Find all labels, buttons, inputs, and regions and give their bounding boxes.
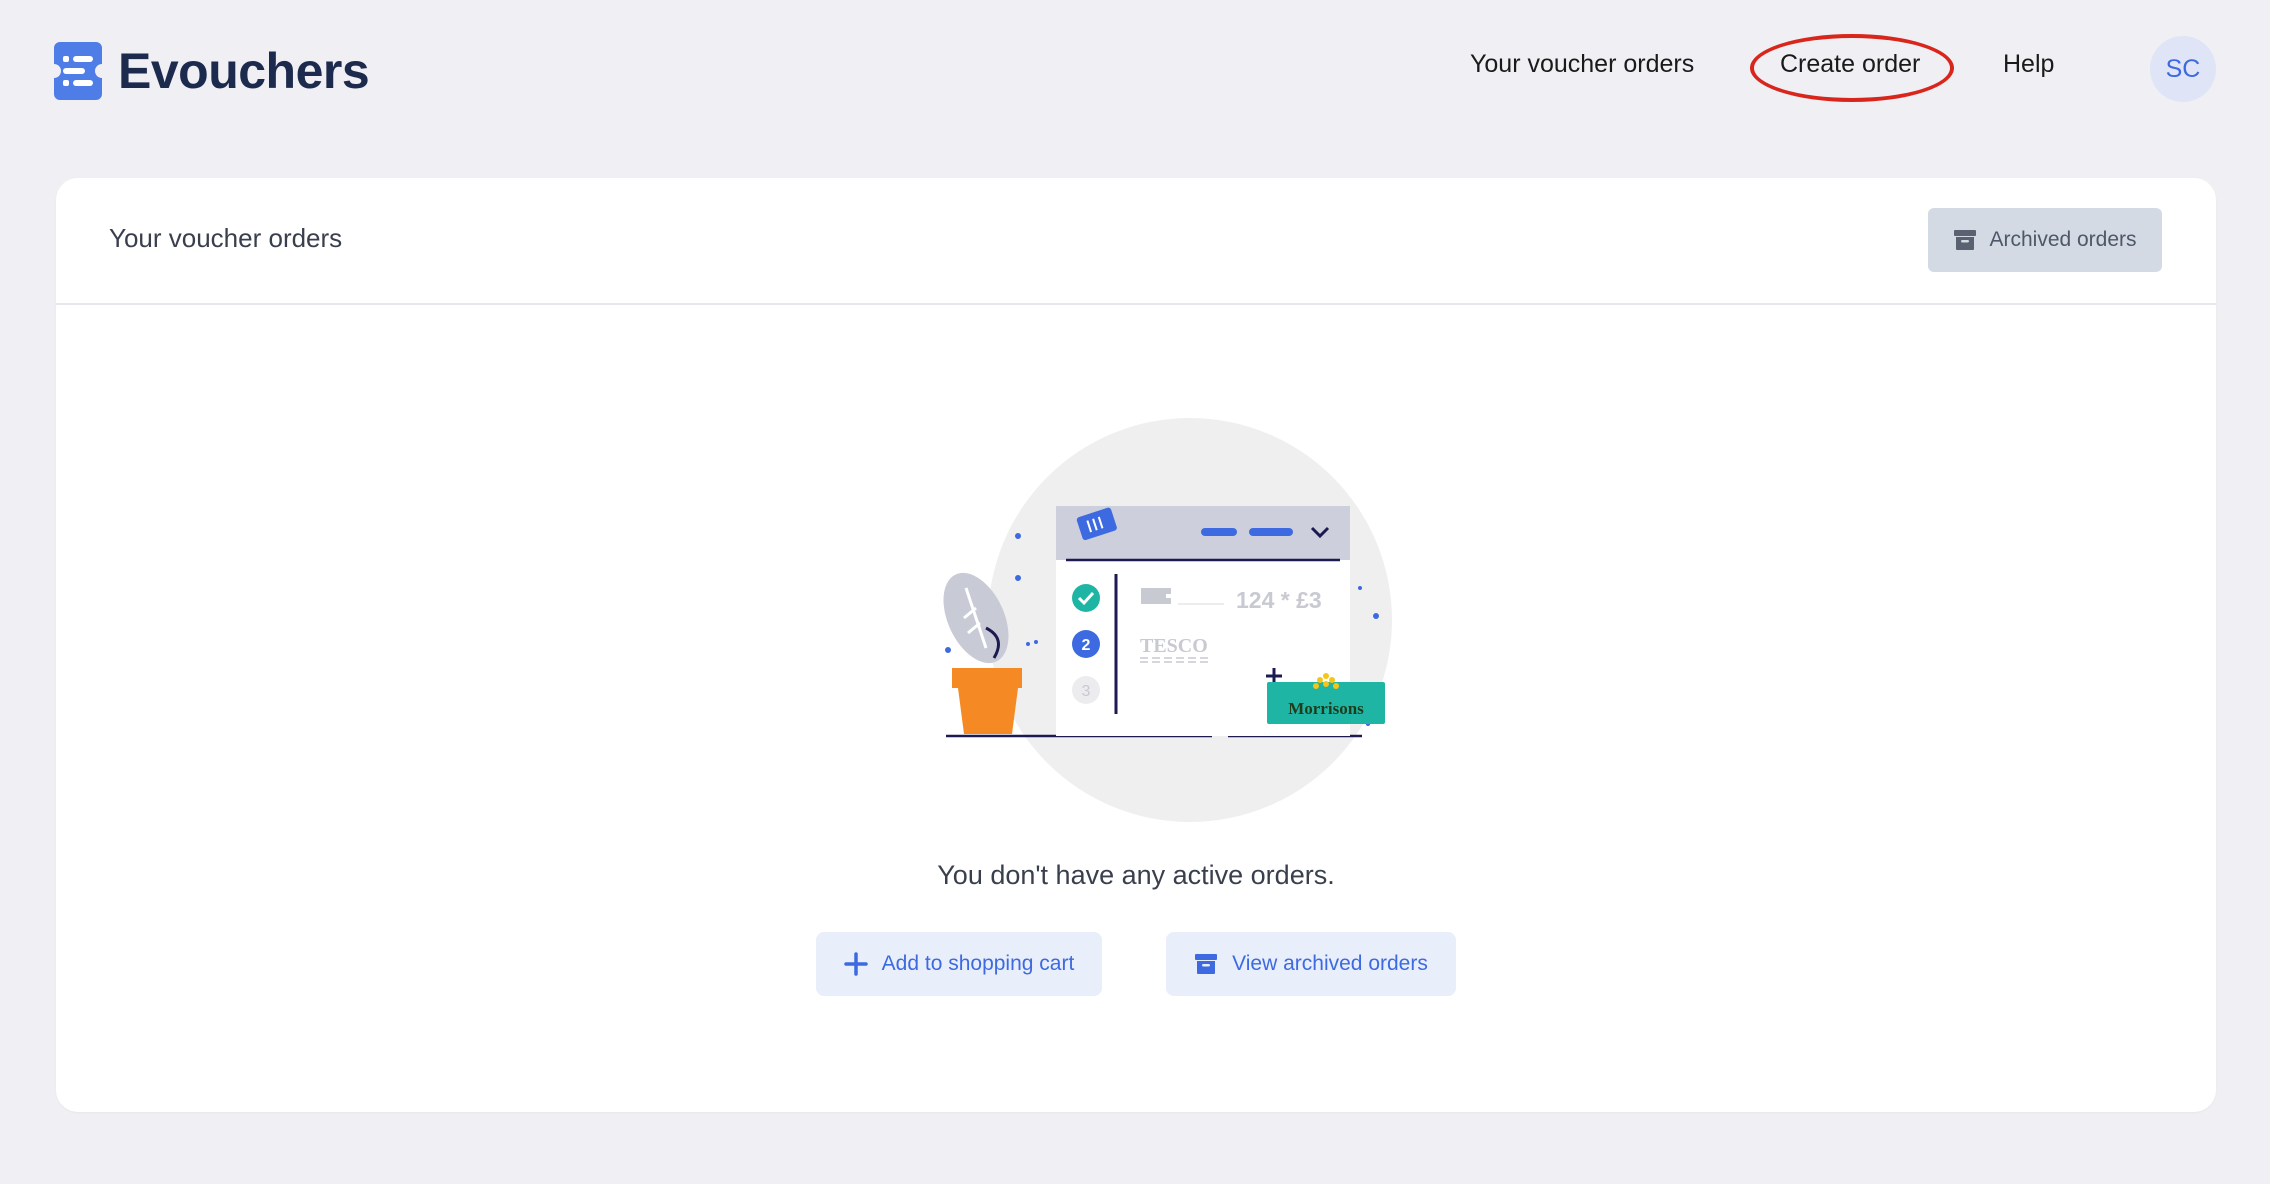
top-header: Evouchers Your voucher orders Create ord…: [0, 0, 2270, 140]
step-3-label: 3: [1082, 683, 1091, 700]
view-archived-orders-label: View archived orders: [1232, 952, 1428, 975]
plus-icon: [843, 952, 868, 976]
add-to-shopping-cart-label: Add to shopping cart: [881, 952, 1075, 975]
brand-logo[interactable]: Evouchers: [54, 42, 370, 100]
voucher-logo-icon: [54, 42, 102, 100]
step-2-label: 2: [1082, 637, 1091, 654]
card-title: Your voucher orders: [109, 223, 343, 253]
nav-create-order[interactable]: Create order: [1780, 50, 1920, 79]
archive-box-icon: [1954, 230, 1977, 250]
add-to-shopping-cart-button[interactable]: Add to shopping cart: [816, 932, 1102, 996]
check-icon: [1072, 584, 1100, 612]
view-archived-orders-button[interactable]: View archived orders: [1166, 932, 1456, 996]
morrisons-logo-text: Morrisons: [1288, 699, 1364, 718]
orders-card: Your voucher orders Archived orders 2 3 …: [56, 178, 2216, 1112]
order-window-graphic: 2 3 124 * £3 TESCO Morrisons: [1056, 506, 1385, 736]
nav-your-voucher-orders[interactable]: Your voucher orders: [1470, 50, 1694, 79]
card-header: Your voucher orders Archived orders: [56, 178, 2216, 305]
brand-name: Evouchers: [118, 43, 370, 99]
tesco-logo-text: TESCO: [1140, 635, 1208, 657]
nav-help[interactable]: Help: [2003, 50, 2054, 79]
archived-orders-button[interactable]: Archived orders: [1928, 208, 2162, 272]
archived-orders-label: Archived orders: [1989, 228, 2137, 251]
empty-orders-illustration: 2 3 124 * £3 TESCO Morrisons: [943, 418, 1392, 822]
archive-box-icon: [1195, 954, 1218, 974]
order-line-text: 124 * £3: [1236, 587, 1322, 613]
empty-state-message: You don't have any active orders.: [937, 860, 1335, 890]
user-avatar[interactable]: SC: [2150, 36, 2216, 102]
